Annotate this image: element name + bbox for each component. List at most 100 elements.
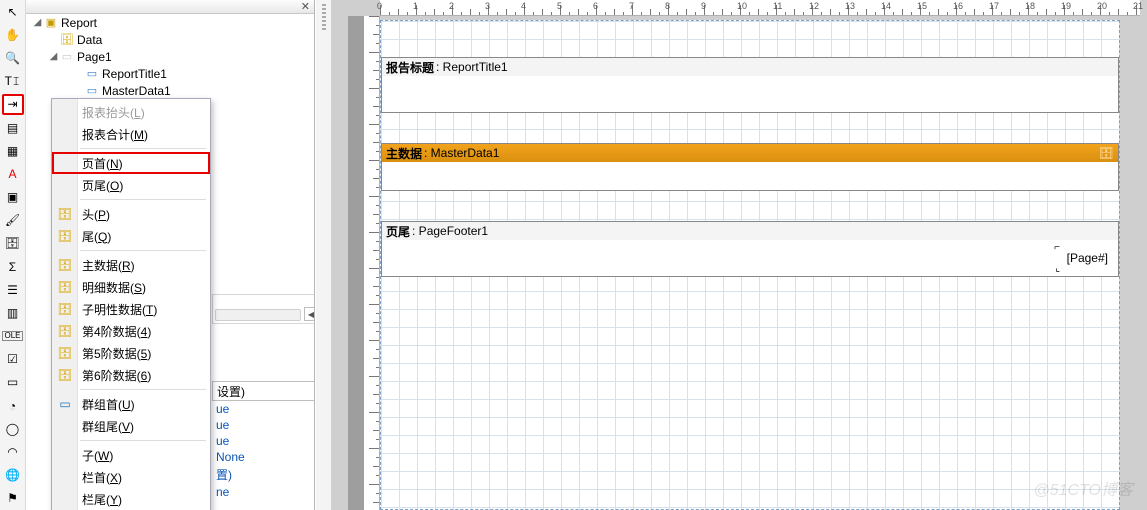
menu-header[interactable]: 🗄头(P) [52,203,210,225]
menu-label: 主数据(R) [82,257,135,274]
tree-node-page1[interactable]: ◢ ▭ Page1 [26,48,314,65]
tool-text[interactable]: T𝙸 [2,71,24,92]
menu-report-total[interactable]: 报表合计(M) [52,123,210,145]
tool-doc[interactable]: ▭ [2,372,24,393]
tool-format[interactable]: ▣ [2,187,24,208]
property-value-list: ueueueNone置)ne [212,401,314,500]
band-subtitle: : PageFooter1 [410,224,488,238]
menu-report-header: 报表抬头(L) [52,101,210,123]
menu-child[interactable]: 子(W) [52,444,210,466]
property-value[interactable]: ne [212,484,314,500]
menu-label: 子(W) [82,447,113,464]
menu-detail-data[interactable]: 🗄明细数据(S) [52,276,210,298]
property-value[interactable]: ue [212,417,314,433]
tool-insert-pic[interactable]: ▦ [2,140,24,161]
menu-label: 栏首(X) [82,469,122,486]
menu-page-header[interactable]: 页首(N) [52,152,210,174]
dataset-icon[interactable]: 🗄 [1099,146,1114,160]
tool-globe[interactable]: 🌐 [2,465,24,486]
expand-icon[interactable]: ◢ [32,17,43,28]
tree-close-icon[interactable]: ✕ [301,0,310,13]
expand-icon[interactable]: ◢ [48,51,59,62]
tool-ole[interactable]: OLE [2,326,24,347]
band-header[interactable]: 页尾 : PageFooter1 [382,222,1118,240]
band-report-title[interactable]: 报告标题 : ReportTitle1 [381,57,1119,113]
level6-icon: 🗄 [56,368,74,382]
menu-level5[interactable]: 🗄第5阶数据(5) [52,342,210,364]
footer-icon: 🗄 [56,229,74,243]
band-body[interactable]: ⌐ [Page#] ⌞ [382,240,1118,276]
chart-icon: ◔ [9,400,16,412]
band-header[interactable]: 主数据 : MasterData1 🗄 [382,144,1118,162]
ole-icon: OLE [2,331,22,341]
menu-separator [80,389,206,390]
tree-panel: ✕ ◢ ▣ Report 🗄 Data ◢ ▭ Page1 ▭ ReportTi… [26,0,315,510]
tool-paint[interactable]: 🖌 [2,210,24,231]
property-value[interactable]: 置) [212,465,314,484]
detail-data-icon: 🗄 [56,280,74,294]
band-header[interactable]: 报告标题 : ReportTitle1 [382,58,1118,76]
tool-arc[interactable]: ◠ [2,441,24,462]
dock-gutter[interactable] [316,0,332,510]
tree-node-masterdata1[interactable]: ▭ MasterData1 [26,82,314,99]
tree-node-reporttitle1[interactable]: ▭ ReportTitle1 [26,65,314,82]
band-master-data[interactable]: 主数据 : MasterData1 🗄 [381,143,1119,191]
chk-icon: ☑ [7,353,18,365]
tool-sheet[interactable]: ▥ [2,302,24,323]
property-value[interactable]: None [212,449,314,465]
ruler-tick-label: 6 [593,1,598,11]
report-icon: ▣ [43,16,59,29]
group-header-icon: ▭ [56,397,74,411]
tool-list[interactable]: ☰ [2,279,24,300]
menu-child-detail[interactable]: 🗄子明性数据(T) [52,298,210,320]
band-body[interactable] [382,76,1118,112]
menu-level6[interactable]: 🗄 第6阶数据(6) [52,364,210,386]
menu-master-data[interactable]: 🗄主数据(R) [52,254,210,276]
tool-zoom[interactable]: 🔍 [2,47,24,68]
menu-label: 群组尾(V) [82,418,134,435]
tree-label: ReportTitle1 [100,67,167,81]
tool-db[interactable]: 🗄 [2,233,24,254]
band-body[interactable] [382,162,1118,190]
menu-label: 第6阶数据(6) [82,367,151,384]
scrollbar-h[interactable]: ◀ ▶ [212,294,314,324]
menu-separator [80,250,206,251]
tree-label: Report [59,16,97,30]
tool-chk[interactable]: ☑ [2,349,24,370]
menu-column-header[interactable]: 栏首(X) [52,466,210,488]
page-number-field[interactable]: [Page#] [1067,251,1108,265]
tool-ring[interactable]: ◯ [2,418,24,439]
scroll-left-icon[interactable]: ◀ [304,307,314,321]
page-surface[interactable]: 报告标题 : ReportTitle1 主数据 : MasterData1 🗄 … [380,20,1120,510]
crop-mark-icon: ⌐ [1054,242,1060,253]
tool-hand[interactable]: ✋ [2,24,24,45]
tool-insert-sub[interactable]: ▤ [2,117,24,138]
ruler-tick-label: 15 [917,1,927,11]
band-page-footer[interactable]: 页尾 : PageFooter1 ⌐ [Page#] ⌞ [381,221,1119,277]
band-title: 页尾 [386,223,410,240]
tree-node-data[interactable]: 🗄 Data [26,31,314,48]
tool-flag[interactable]: ⚑ [2,488,24,509]
menu-group-header[interactable]: ▭群组首(U) [52,393,210,415]
band-subtitle: : MasterData1 [422,146,499,160]
ruler-vertical[interactable] [364,16,380,510]
menu-column-footer[interactable]: 栏尾(Y) [52,488,210,510]
tool-chart[interactable]: ◔ [2,395,24,416]
tool-label-a[interactable]: A [2,163,24,184]
settings-combo[interactable]: 设置) ⋯ [212,381,314,401]
tree-node-report[interactable]: ◢ ▣ Report [26,14,314,31]
scrollbar-track[interactable] [215,309,301,321]
menu-level4[interactable]: 🗄第4阶数据(4) [52,320,210,342]
ruler-horizontal[interactable]: 0123456789101112131415161718192021 [380,0,1140,16]
menu-group-footer[interactable]: 群组尾(V) [52,415,210,437]
tool-insert-band[interactable]: ⇥ [2,94,24,115]
tool-sigma[interactable]: Σ [2,256,24,277]
menu-page-footer[interactable]: 页尾(O) [52,174,210,196]
property-value[interactable]: ue [212,401,314,417]
tool-cursor[interactable]: ↖ [2,1,24,22]
property-value[interactable]: ue [212,433,314,449]
tree-label: Page1 [75,50,112,64]
grip-icon [322,4,326,30]
header-icon: 🗄 [56,207,74,221]
menu-footer[interactable]: 🗄尾(Q) [52,225,210,247]
